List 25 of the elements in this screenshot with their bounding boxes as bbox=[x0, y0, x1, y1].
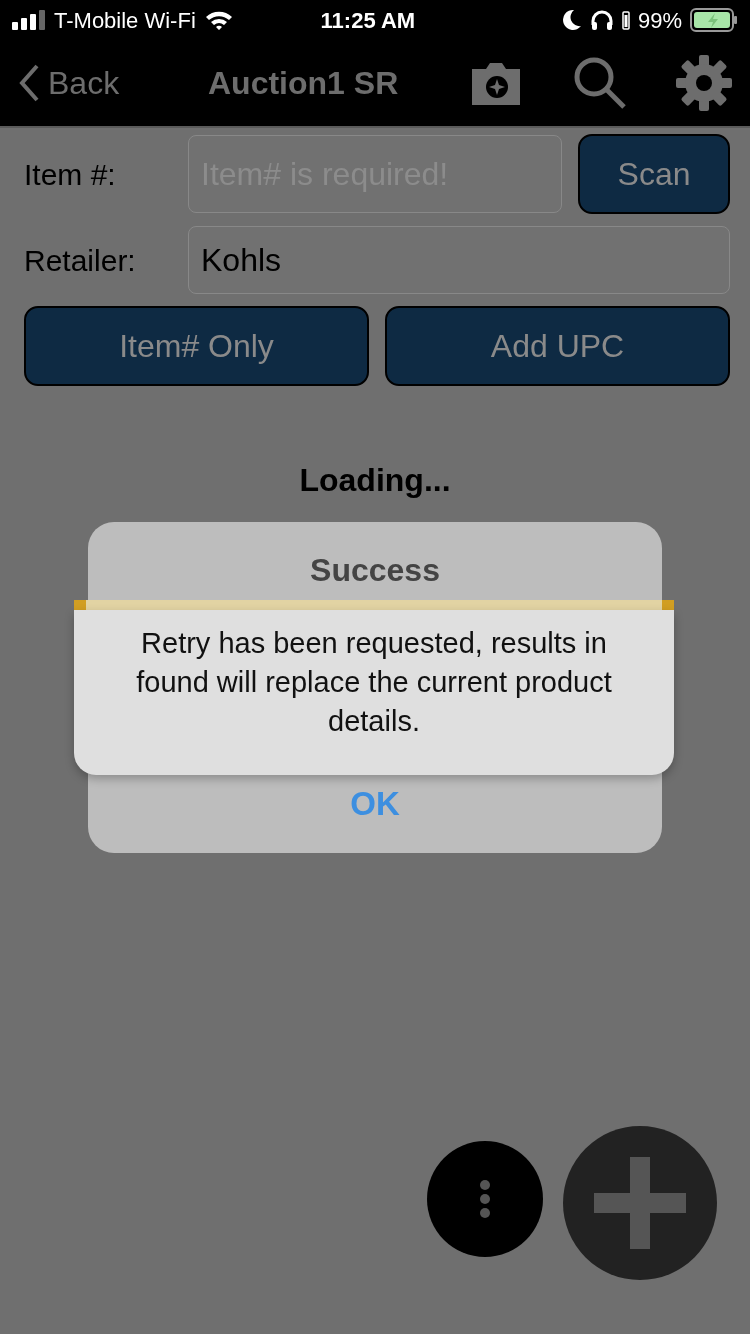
screen-title: Auction1 SR bbox=[208, 64, 399, 103]
signal-icon bbox=[12, 10, 46, 30]
moon-icon bbox=[561, 9, 582, 31]
back-button[interactable]: Back bbox=[18, 59, 208, 107]
headphones-icon bbox=[589, 9, 614, 31]
battery-charging-icon bbox=[690, 8, 738, 32]
alert-title: Success bbox=[309, 552, 441, 588]
field-label: Retailer: bbox=[24, 242, 137, 279]
settings-icon[interactable] bbox=[676, 55, 732, 111]
field-label: Item #: bbox=[24, 156, 117, 193]
back-label[interactable]: Back bbox=[48, 59, 120, 107]
scan-button[interactable]: Scan bbox=[578, 134, 730, 214]
chevron-left-icon bbox=[18, 64, 40, 102]
toast-message: Retry has been requested, results in found will replace the current product details. bbox=[74, 610, 674, 775]
battery-percent: 99% bbox=[637, 6, 682, 35]
status-time: 11:25 AM bbox=[319, 6, 417, 35]
plus-icon bbox=[594, 1157, 686, 1249]
loading-text: Loading... bbox=[298, 461, 452, 500]
search-icon[interactable] bbox=[572, 55, 628, 111]
more-vertical-icon bbox=[479, 1179, 491, 1219]
action-button[interactable]: Item# Only bbox=[24, 306, 369, 386]
action-button[interactable]: Add UPC bbox=[385, 306, 730, 386]
carrier-name: T-Mobile Wi-Fi bbox=[54, 6, 196, 35]
small-battery-icon bbox=[621, 10, 630, 30]
retailer-field[interactable]: Kohls bbox=[188, 226, 730, 294]
